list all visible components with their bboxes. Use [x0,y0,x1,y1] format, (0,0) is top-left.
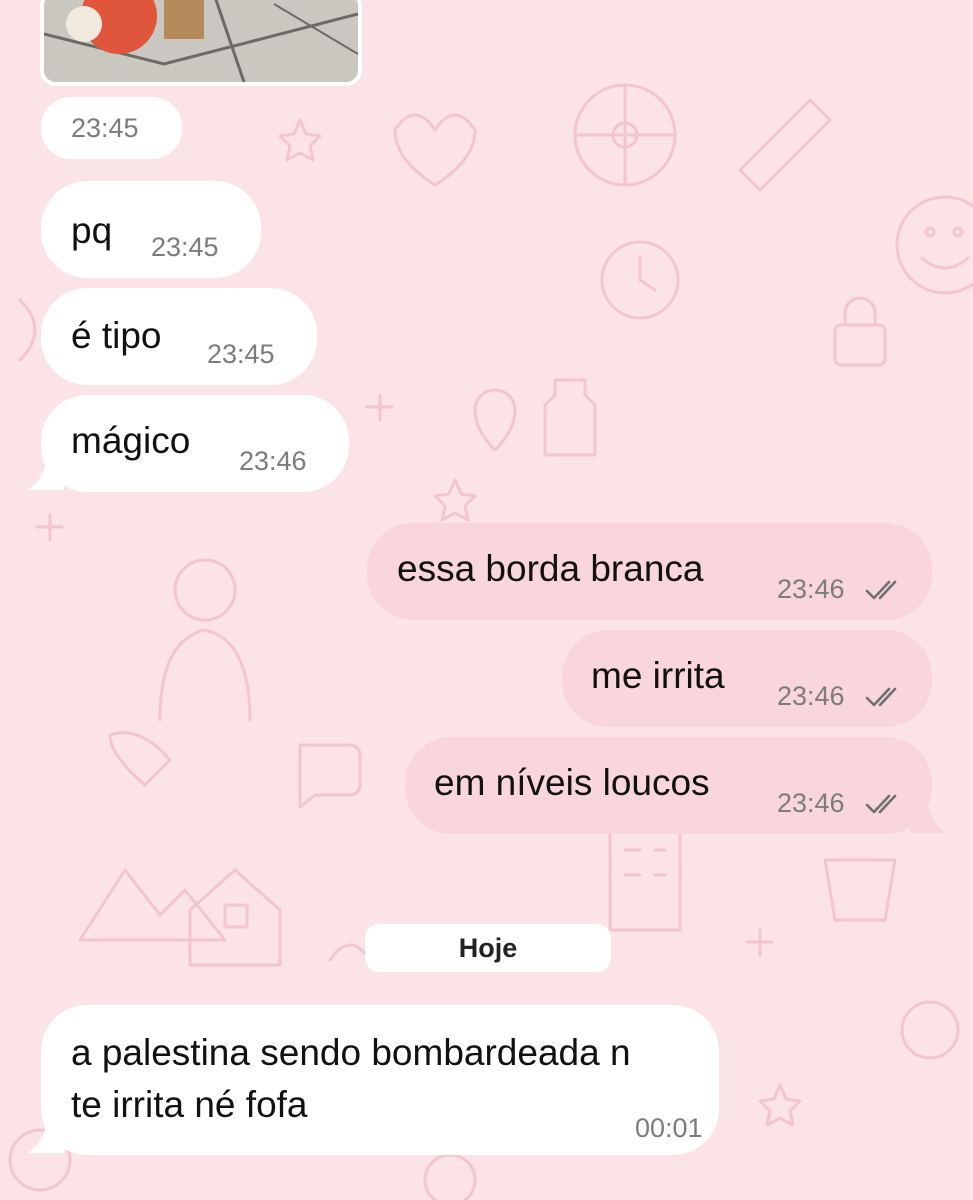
outgoing-message-bubble[interactable]: em níveis loucos 23:46 [405,737,932,834]
message-time: 23:45 [207,339,275,369]
incoming-message-bubble[interactable]: a palestina sendo bombardeada n te irrit… [41,1005,719,1155]
incoming-message-bubble[interactable]: pq 23:45 [41,181,261,278]
message-time: 23:46 [777,788,845,818]
read-receipt-icon [865,580,897,600]
outgoing-message-bubble[interactable]: me irrita 23:46 [562,630,932,727]
previous-media-thumbnail[interactable] [40,0,362,86]
read-receipt-icon [865,687,897,707]
message-text-line: te irrita né fofa [71,1084,308,1125]
message-text: é tipo [71,315,162,356]
message-text: essa borda branca [397,548,704,589]
message-text: me irrita [591,655,725,696]
message-time: 23:45 [71,113,139,143]
outgoing-message-bubble[interactable]: essa borda branca 23:46 [367,523,932,620]
media-preview-image [44,0,358,82]
message-text: mágico [71,420,191,461]
message-time: 23:46 [777,681,845,711]
message-time: 00:01 [635,1113,703,1143]
date-separator: Hoje [365,924,611,972]
chat-messages[interactable]: 23:45 pq 23:45 é tipo 23:45 mágico 23:46… [0,0,973,1200]
message-text: em níveis loucos [434,762,710,803]
read-receipt-icon [865,794,897,814]
incoming-message-bubble[interactable]: é tipo 23:45 [41,288,317,385]
incoming-message-bubble[interactable]: mágico 23:46 [41,395,349,492]
message-time: 23:46 [777,574,845,604]
message-text: pq [71,210,113,251]
message-text-line: a palestina sendo bombardeada n [71,1032,631,1073]
message-time: 23:46 [239,446,307,476]
message-time: 23:45 [151,232,219,262]
media-time-bubble: 23:45 [41,97,182,159]
